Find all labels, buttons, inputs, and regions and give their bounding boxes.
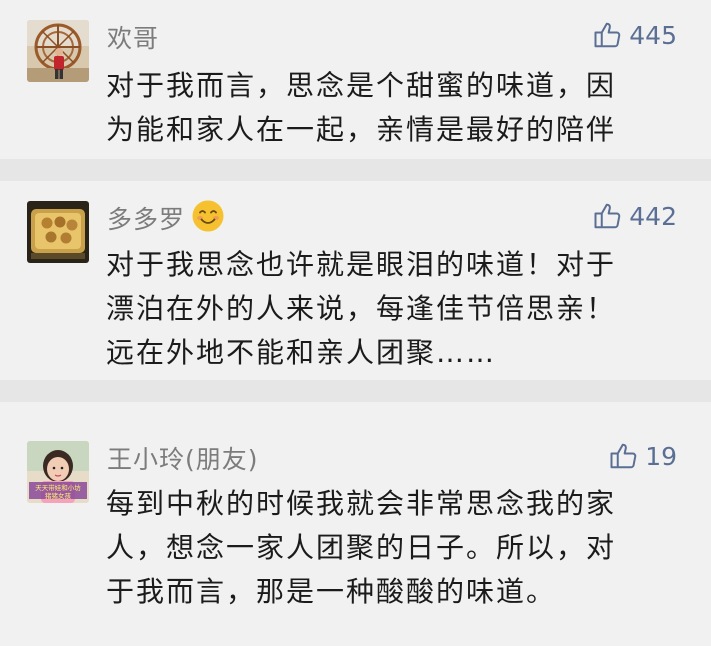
comment-1-line-1: 对于我而言，思念是个甜蜜的味道，因 <box>106 69 617 102</box>
separator-1 <box>0 159 711 181</box>
nickname-2[interactable]: 多多罗 <box>107 199 225 236</box>
like-button-3[interactable]: 19 <box>609 441 677 471</box>
nickname-1[interactable]: 欢哥 <box>107 19 159 55</box>
like-count-2: 442 <box>629 201 677 231</box>
thumbs-up-icon <box>610 443 637 469</box>
comment-2-line-1: 对于我思念也许就是眼泪的味道！对于 <box>106 248 617 281</box>
like-button-2[interactable]: 442 <box>593 201 677 231</box>
thumbs-up-icon <box>594 22 621 48</box>
comments-page: 欢哥 445 对于我而言，思念是个甜蜜的味道，因 为能和家人在一起，亲情是最好的… <box>0 0 711 646</box>
comment-text-3: 每到中秋的时候我就会非常思念我的家 人，想念一家人团聚的日子。所以，对 于我而言… <box>106 482 686 614</box>
avatar-3[interactable]: 天天带娃和小坊 猪猪女孩 <box>27 441 89 503</box>
comment-3-line-2: 人，想念一家人团聚的日子。所以，对 <box>106 531 617 564</box>
like-count-3: 19 <box>645 441 677 471</box>
comment-text-1: 对于我而言，思念是个甜蜜的味道，因 为能和家人在一起，亲情是最好的陪伴 <box>106 64 686 152</box>
comment-2-line-3: 远在外地不能和亲人团聚…… <box>106 336 497 369</box>
nickname-2-text: 多多罗 <box>107 205 186 234</box>
nickname-3[interactable]: 王小玲(朋友) <box>107 440 259 476</box>
avatar-1-image <box>27 20 89 82</box>
svg-text:猪猪女孩: 猪猪女孩 <box>45 491 72 500</box>
avatar-3-image: 天天带娃和小坊 猪猪女孩 <box>27 441 89 503</box>
thumbs-up-icon <box>594 203 621 229</box>
comment-3-line-3: 于我而言，那是一种酸酸的味道。 <box>106 575 557 608</box>
smile-emoji-icon <box>192 200 224 232</box>
comment-2-line-2: 漂泊在外的人来说，每逢佳节倍思亲！ <box>106 292 617 325</box>
separator-2 <box>0 380 711 402</box>
avatar-2[interactable] <box>27 201 89 263</box>
avatar-1[interactable] <box>27 20 89 82</box>
like-count-1: 445 <box>629 20 677 50</box>
comment-text-2: 对于我思念也许就是眼泪的味道！对于 漂泊在外的人来说，每逢佳节倍思亲！ 远在外地… <box>106 243 686 375</box>
comment-1-line-2: 为能和家人在一起，亲情是最好的陪伴 <box>106 113 617 146</box>
like-button-1[interactable]: 445 <box>593 20 677 50</box>
avatar-2-image <box>27 201 89 263</box>
avatar-3-caption: 天天带娃和小坊 <box>35 483 81 492</box>
comment-3-line-1: 每到中秋的时候我就会非常思念我的家 <box>106 487 617 520</box>
